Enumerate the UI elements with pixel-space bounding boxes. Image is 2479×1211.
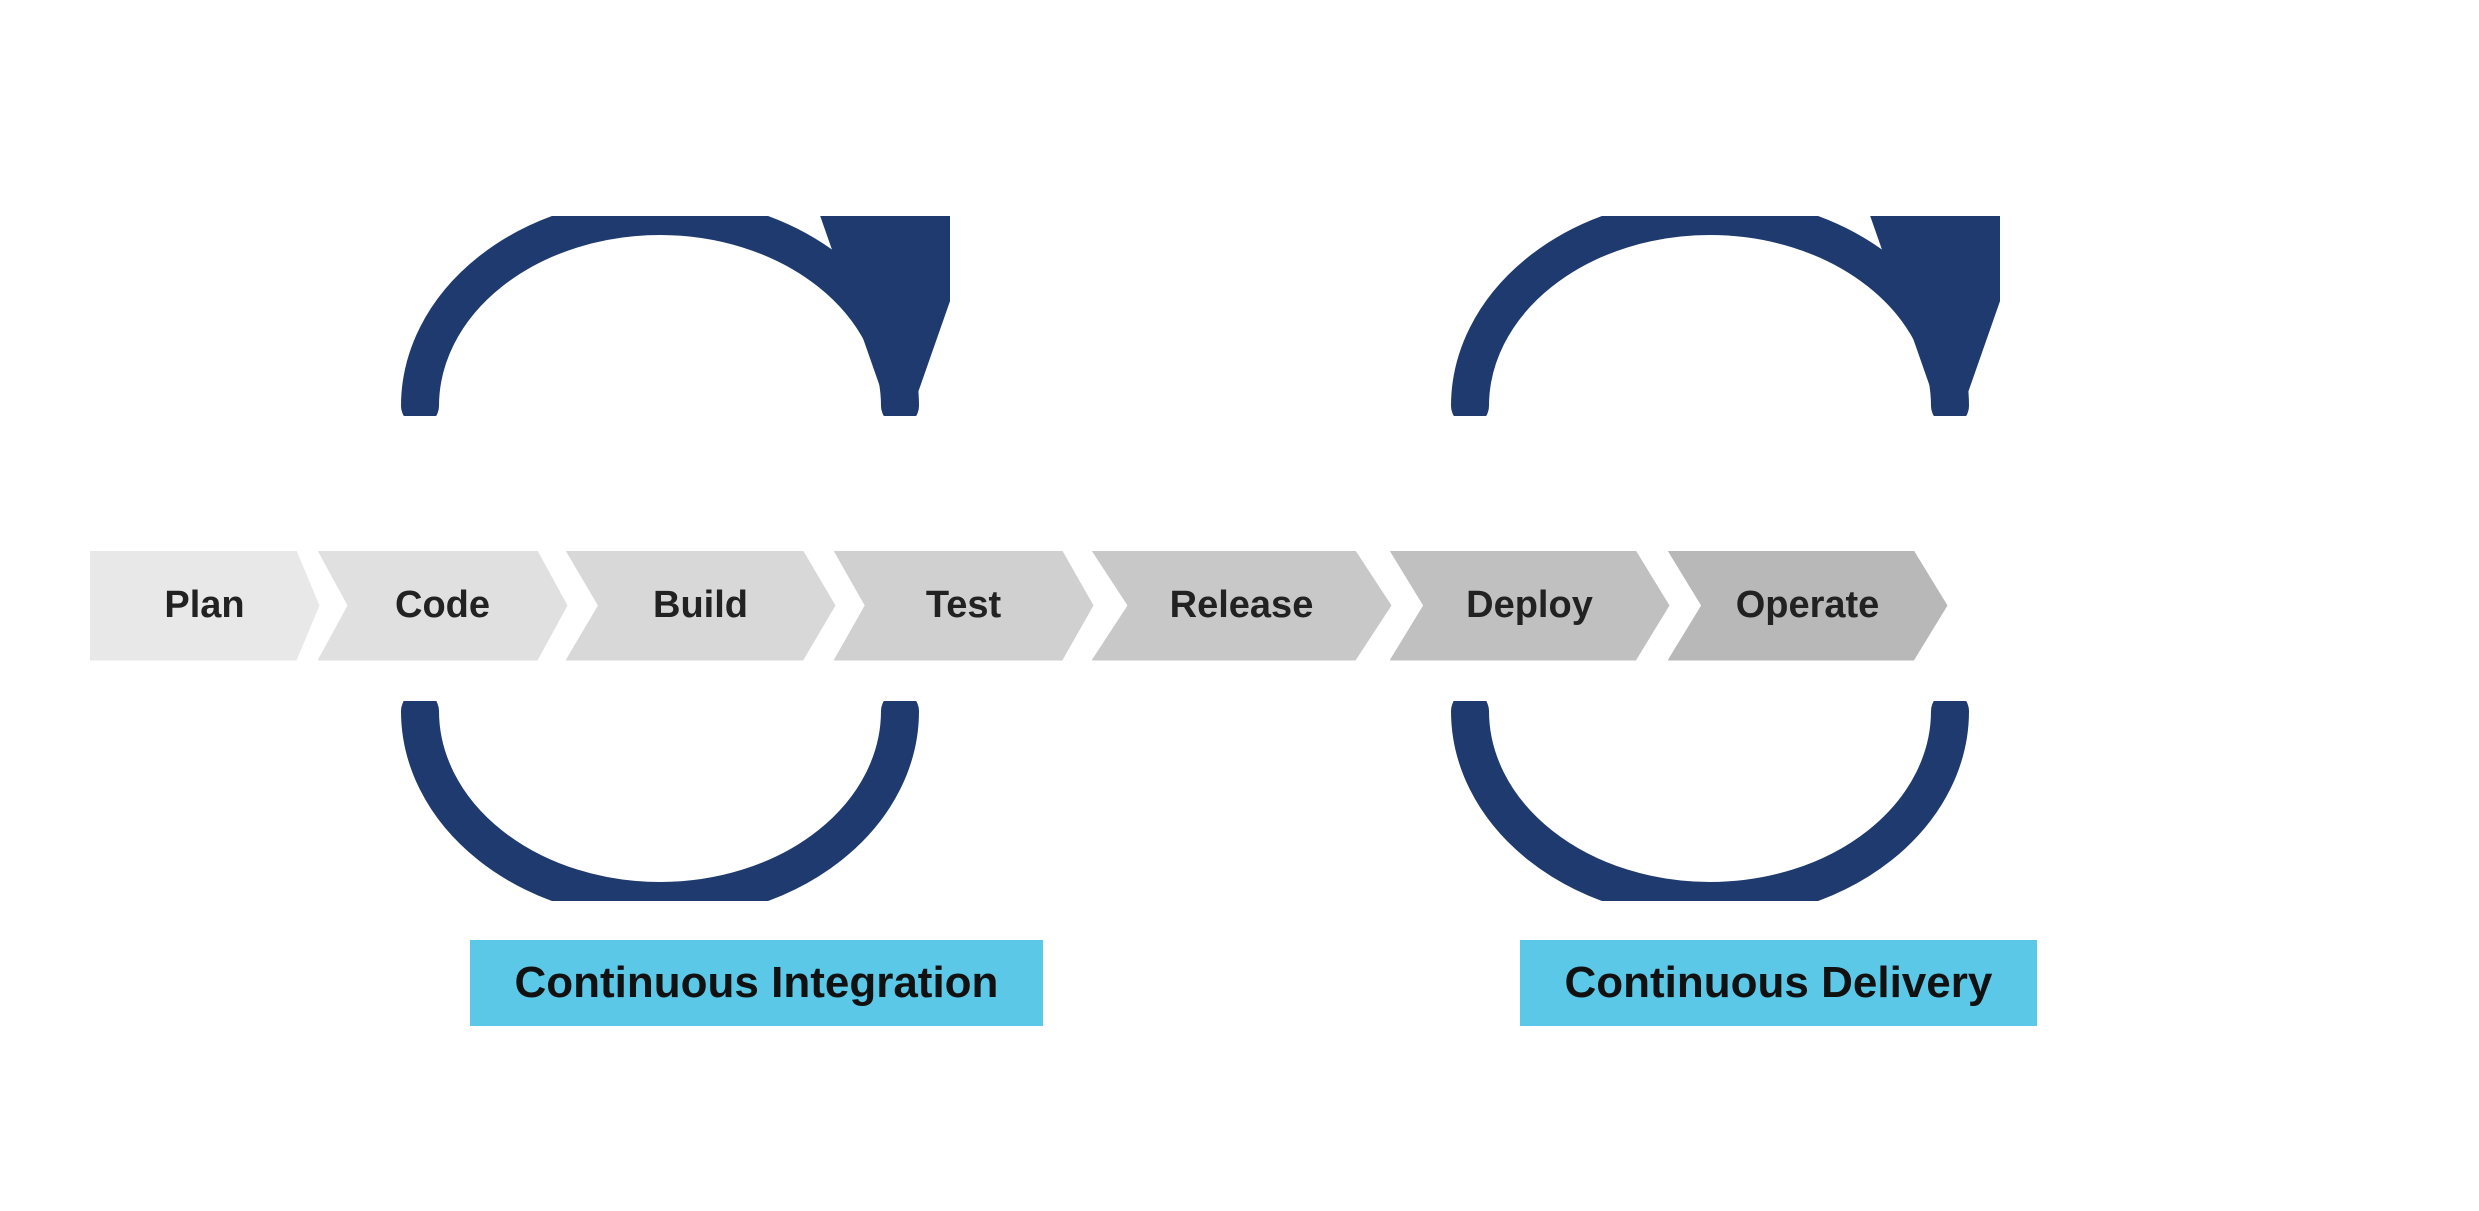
step-plan-label: Plan	[164, 584, 244, 627]
ci-label-text: Continuous Integration	[515, 958, 999, 1007]
step-release-label: Release	[1170, 584, 1314, 627]
cd-label-text: Continuous Delivery	[1565, 958, 1993, 1007]
pipeline-row: Plan Code Build Test Release	[90, 551, 1948, 661]
arc-top-right	[1420, 216, 2000, 421]
arc-top-left	[370, 216, 950, 421]
step-deploy-label: Deploy	[1466, 584, 1593, 627]
cd-label: Continuous Delivery	[1520, 940, 2038, 1026]
step-operate-label: Operate	[1736, 584, 1880, 627]
arc-bottom-right	[1420, 701, 2000, 906]
step-code-label: Code	[395, 584, 490, 627]
step-build-label: Build	[653, 584, 748, 627]
step-test-label: Test	[926, 584, 1001, 627]
diagram-container: Plan Code Build Test Release	[90, 156, 2390, 1056]
ci-label: Continuous Integration	[470, 940, 1044, 1026]
arc-bottom-left	[370, 701, 950, 906]
